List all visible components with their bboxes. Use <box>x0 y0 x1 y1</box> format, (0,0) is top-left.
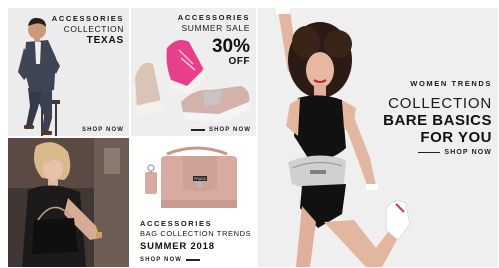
hero-text-block: WOMEN TRENDS COLLECTION BARE BASICS FOR … <box>383 79 492 146</box>
summer-sale-subline: SUMMER SALE <box>181 23 250 33</box>
hero-subtitle-line1: BARE BASICS <box>383 112 492 129</box>
hero-banner-women-trends[interactable]: WOMEN TRENDS COLLECTION BARE BASICS FOR … <box>258 8 498 267</box>
promo-tile-summer-sale[interactable]: ACCESSORIES SUMMER SALE 30% OFF SHOP NOW <box>131 8 256 136</box>
summer-sale-text-block: ACCESSORIES SUMMER SALE 30% OFF <box>178 13 250 67</box>
dash-decoration <box>418 151 441 154</box>
bag-text-block: ACCESSORIES BAG COLLECTION TRENDS SUMMER… <box>140 219 251 252</box>
bag-shop-now-link[interactable]: SHOP NOW <box>140 257 201 263</box>
promo-tile-woman-bag[interactable] <box>8 138 129 267</box>
pink-handbag-image: PRADA <box>131 138 256 218</box>
texas-headline: TEXAS <box>86 35 124 46</box>
texas-shop-now-label: SHOP NOW <box>81 127 124 133</box>
texas-subline: COLLECTION <box>63 24 124 34</box>
summer-sale-eyebrow: ACCESSORIES <box>177 13 250 22</box>
svg-text:PRADA: PRADA <box>194 177 206 181</box>
bag-shop-now-label: SHOP NOW <box>140 257 183 263</box>
bag-headline: SUMMER 2018 <box>140 241 215 252</box>
bag-eyebrow: ACCESSORIES <box>140 219 213 228</box>
discount-suffix: OFF <box>228 56 250 67</box>
hero-title: COLLECTION <box>388 95 492 112</box>
dash-decoration <box>190 129 205 131</box>
texas-text-block: ACCESSORIES COLLECTION TEXAS <box>52 14 124 46</box>
texas-eyebrow: ACCESSORIES <box>51 14 124 23</box>
discount-value: 30% <box>211 36 250 57</box>
summer-sale-shop-now-label: SHOP NOW <box>208 127 251 133</box>
hero-eyebrow: WOMEN TRENDS <box>410 79 492 88</box>
summer-sale-shop-now-link[interactable]: SHOP NOW <box>190 127 251 133</box>
dash-decoration <box>186 259 201 261</box>
texas-shop-now-link[interactable]: SHOP NOW <box>82 127 124 133</box>
hero-subtitle-line2: FOR YOU <box>420 129 492 146</box>
hero-shop-now-link[interactable]: SHOP NOW <box>418 149 492 156</box>
hero-shop-now-label: SHOP NOW <box>444 149 492 156</box>
woman-with-bag-image <box>8 138 129 267</box>
bag-subline: BAG COLLECTION TRENDS <box>140 229 252 238</box>
promo-tile-bag-collection[interactable]: PRADA ACCESSORIES BAG COLLECTION TRENDS … <box>131 138 256 267</box>
promo-tile-texas[interactable]: ACCESSORIES COLLECTION TEXAS SHOP NOW <box>8 8 129 136</box>
